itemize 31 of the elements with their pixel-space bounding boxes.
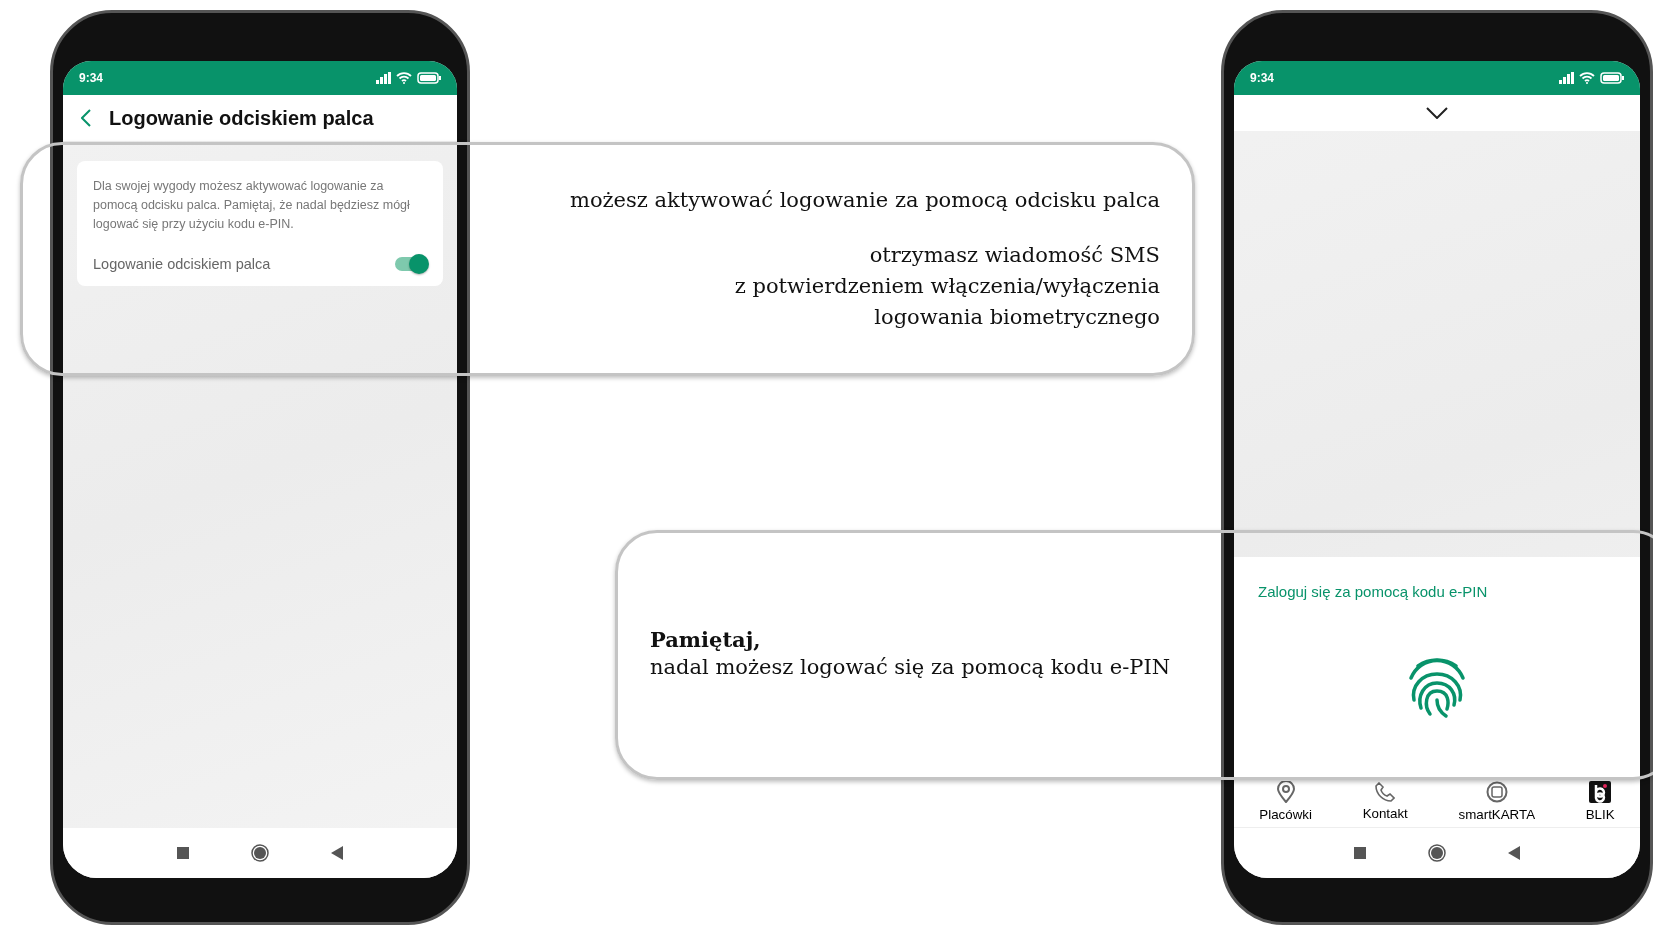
callout-text: nadal możesz logować się za pomocą kodu e-PIN bbox=[650, 654, 1171, 681]
wifi-icon bbox=[396, 72, 412, 84]
blik-logo-icon bbox=[1589, 780, 1612, 803]
phone-icon bbox=[1375, 781, 1396, 802]
bottom-nav-item[interactable]: smartKARTA bbox=[1458, 780, 1536, 822]
sheet-title[interactable]: Zaloguj się za pomocą kodu e-PIN bbox=[1258, 583, 1616, 600]
home-nav-icon[interactable] bbox=[1428, 844, 1446, 862]
bottom-nav-item[interactable]: BLIK bbox=[1585, 780, 1615, 822]
battery-icon bbox=[417, 72, 441, 84]
card-circle-icon bbox=[1485, 780, 1508, 803]
callout-heading: Pamiętaj, bbox=[650, 627, 762, 652]
wifi-icon bbox=[1579, 72, 1595, 84]
signal-icon bbox=[375, 72, 391, 84]
toggle-switch[interactable] bbox=[395, 257, 427, 271]
fingerprint-icon[interactable] bbox=[1408, 655, 1466, 720]
home-nav-icon[interactable] bbox=[251, 844, 269, 862]
setting-label: Logowanie odciskiem palca bbox=[93, 256, 271, 272]
screen-title: Logowanie odciskiem palca bbox=[109, 106, 374, 130]
callout-text: otrzymasz wiadomość SMS z potwierdzeniem włączenia/wyłączenia logowania biometrycznego bbox=[734, 242, 1160, 331]
callout-text: możesz aktywować logowanie za pomocą odcisku palca bbox=[569, 187, 1160, 214]
status-time: 9:34 bbox=[1250, 71, 1275, 85]
chevron-down-icon[interactable] bbox=[1426, 107, 1448, 119]
bottom-nav-item[interactable]: Kontakt bbox=[1362, 781, 1408, 821]
status-time: 9:34 bbox=[79, 71, 104, 85]
signal-icon bbox=[1558, 72, 1574, 84]
card-description: Dla swojej wygody możesz aktywować logowanie za pomocą odcisku palca. Pamiętaj, że nadal będziesz mógł logować się przy użyciu kodu e-PIN. bbox=[93, 178, 411, 233]
bottom-nav-item[interactable]: Placówki bbox=[1259, 780, 1312, 822]
battery-icon bbox=[1600, 72, 1624, 84]
back-nav-icon[interactable] bbox=[1508, 846, 1520, 860]
back-nav-icon[interactable] bbox=[331, 846, 343, 860]
location-pin-icon bbox=[1275, 780, 1296, 803]
